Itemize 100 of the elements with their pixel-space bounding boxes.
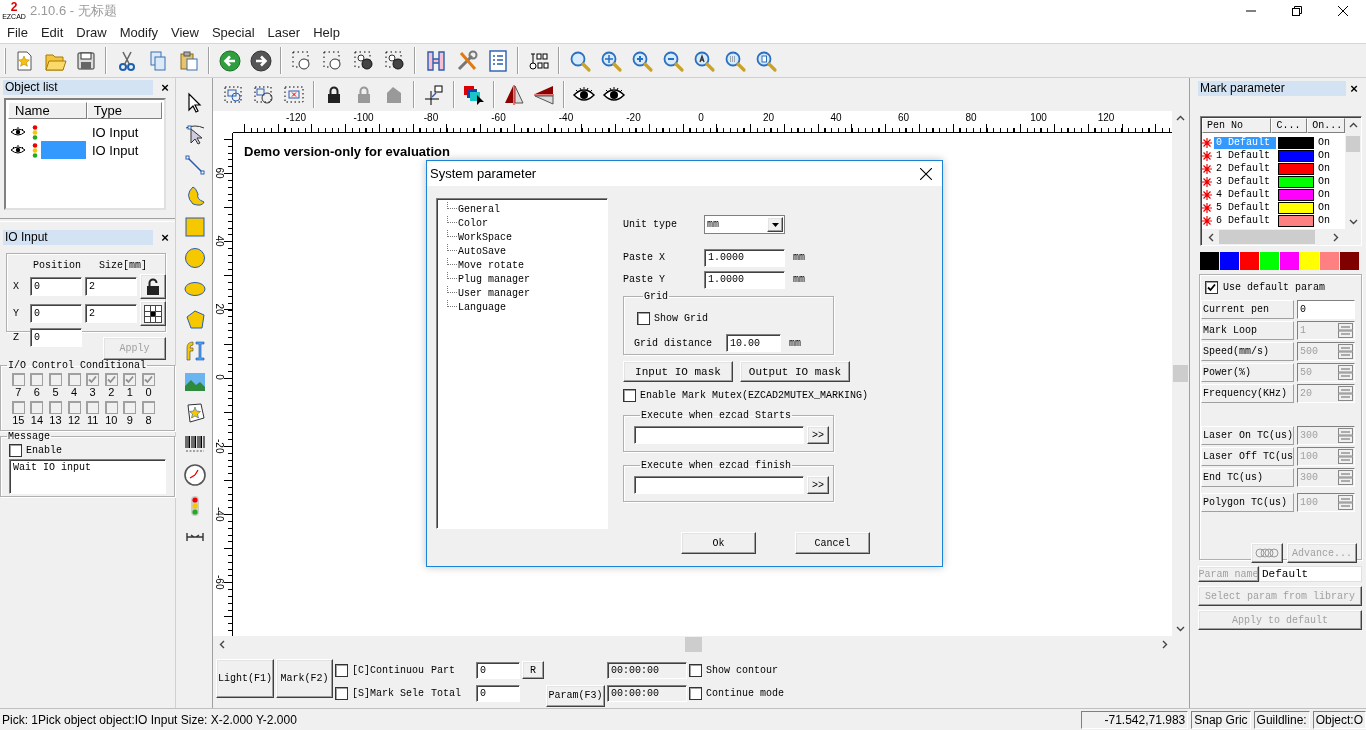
tree-item[interactable]: General (458, 203, 500, 215)
position-field[interactable]: 0 (30, 304, 82, 323)
checkbox[interactable] (335, 663, 348, 677)
color-swatch[interactable] (1300, 252, 1319, 270)
menu-item[interactable]: Draw (69, 25, 113, 40)
browse-button[interactable]: >> (807, 426, 829, 444)
list-row[interactable]: IO Input (8, 123, 162, 141)
checkbox[interactable] (123, 373, 137, 386)
chevron-down-icon[interactable] (1176, 626, 1185, 632)
position-field[interactable]: 0 (30, 328, 82, 347)
paste-y-field[interactable]: 1.0000 (704, 270, 785, 289)
column-header[interactable]: Pen No (1202, 118, 1272, 133)
lock-button[interactable] (140, 274, 166, 299)
color-swatch[interactable] (1340, 252, 1359, 270)
browse-button[interactable]: >> (807, 476, 829, 494)
tree-item[interactable]: AutoSave (458, 245, 506, 257)
chevron-up-icon[interactable] (1348, 122, 1358, 128)
checkbox[interactable] (30, 373, 44, 386)
checkbox[interactable] (123, 401, 137, 414)
column-header[interactable]: C... (1271, 118, 1308, 133)
checkbox[interactable] (49, 373, 62, 386)
pen-name[interactable]: 4 Default (1214, 188, 1276, 201)
color-swatch[interactable] (1240, 252, 1259, 270)
checkbox[interactable] (67, 373, 81, 386)
back-icon[interactable] (217, 48, 242, 73)
scrollbar-thumb[interactable] (1219, 230, 1315, 244)
column-header[interactable]: Type (86, 102, 162, 119)
chevron-left-icon[interactable] (219, 640, 225, 649)
checkbox[interactable] (11, 401, 25, 414)
command-field[interactable] (634, 426, 804, 444)
scrollbar-thumb[interactable] (685, 637, 702, 652)
menu-item[interactable]: View (164, 25, 205, 40)
dotted-sphere-icon[interactable] (382, 48, 407, 73)
menu-item[interactable]: Edit (33, 25, 70, 40)
tree-item[interactable]: User manager (458, 287, 530, 299)
scrollbar-thumb[interactable] (1346, 136, 1360, 152)
checkbox[interactable] (141, 401, 155, 414)
checkbox[interactable] (49, 401, 62, 414)
checkbox[interactable] (623, 389, 636, 402)
io-mask-button[interactable]: Output IO mask (740, 361, 850, 382)
pen-name[interactable]: 3 Default (1214, 175, 1276, 188)
column-header[interactable]: On... (1307, 118, 1345, 133)
restore-icon[interactable] (1292, 6, 1302, 16)
cancel-button[interactable]: Cancel (795, 532, 870, 554)
color-swatch[interactable] (1280, 252, 1299, 270)
menu-item[interactable]: File (0, 25, 34, 40)
light-button[interactable]: Light(F1) (216, 659, 274, 698)
menu-item[interactable]: Modify (112, 25, 164, 40)
param-button[interactable]: Param(F3) (546, 684, 605, 707)
close-button[interactable]: × (1346, 81, 1362, 96)
checkbox[interactable] (104, 373, 118, 386)
vertical-scrollbar[interactable] (1345, 118, 1361, 229)
size-field[interactable]: 2 (85, 304, 137, 323)
total-field[interactable]: 0 (476, 685, 520, 702)
horizontal-scrollbar[interactable] (1202, 229, 1361, 245)
menu-item[interactable]: Special (204, 25, 261, 40)
close-button[interactable]: × (157, 80, 173, 95)
checkbox[interactable] (141, 373, 155, 386)
grid-distance-field[interactable]: 10.00 (726, 334, 781, 352)
chevron-right-icon[interactable] (1162, 640, 1168, 649)
tree-item[interactable]: Language (458, 301, 506, 313)
checkbox[interactable] (637, 312, 650, 325)
checkbox[interactable] (9, 444, 22, 457)
forward-icon[interactable] (248, 48, 273, 73)
param-name-field[interactable]: Default (1259, 566, 1362, 582)
chevron-right-icon[interactable] (1333, 232, 1339, 242)
landscape-image-icon[interactable] (182, 370, 207, 394)
part-field[interactable]: 0 (476, 661, 520, 679)
checkbox[interactable] (30, 401, 44, 414)
chevron-down-icon[interactable] (1348, 219, 1358, 225)
io-mask-button[interactable]: Input IO mask (623, 361, 733, 382)
command-field[interactable] (634, 476, 804, 494)
tree-item[interactable]: WorkSpace (458, 231, 512, 243)
origin-icon[interactable] (422, 82, 446, 107)
checkbox[interactable] (689, 687, 702, 700)
color-swatch[interactable] (1320, 252, 1339, 270)
checkbox[interactable] (104, 401, 118, 414)
pen-name[interactable]: 2 Default (1214, 162, 1276, 175)
color-swatch[interactable] (1200, 252, 1219, 270)
column-header[interactable]: Name (8, 102, 87, 119)
position-field[interactable]: 0 (30, 277, 82, 296)
dotted-sphere-icon[interactable] (351, 48, 376, 73)
pen-name[interactable]: 5 Default (1214, 201, 1276, 214)
reset-button[interactable]: R (522, 661, 544, 679)
checkbox[interactable] (11, 373, 25, 386)
checkbox[interactable] (86, 373, 100, 386)
unit-dropdown[interactable]: mm (704, 215, 785, 234)
size-field[interactable]: 2 (85, 277, 137, 296)
menu-item[interactable]: Laser (260, 25, 307, 40)
checkbox[interactable] (689, 663, 702, 677)
circle-icon[interactable] (182, 246, 207, 270)
line-icon[interactable] (182, 153, 207, 177)
dropdown-button[interactable] (767, 217, 783, 232)
rectangle-icon[interactable] (182, 215, 207, 239)
close-icon[interactable] (920, 167, 932, 180)
color-swatch[interactable] (1260, 252, 1279, 270)
checkbox[interactable] (86, 401, 100, 414)
menu-item[interactable]: Help (306, 25, 346, 40)
list-row[interactable]: IO Input (8, 141, 162, 159)
tree-item[interactable]: Move rotate (458, 259, 524, 271)
